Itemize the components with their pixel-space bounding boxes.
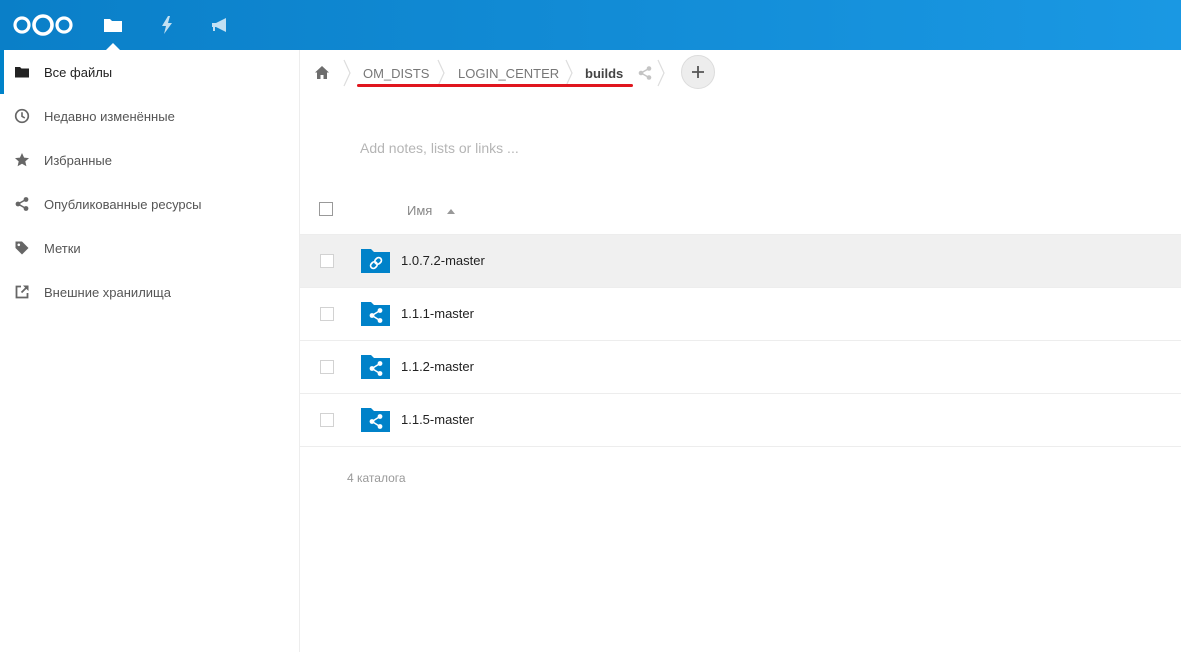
chevron-right-icon (437, 59, 445, 87)
sidebar-item-tags[interactable]: Метки (0, 226, 299, 270)
sidebar-item-label: Внешние хранилища (44, 284, 171, 300)
sidebar-item-external-storage[interactable]: Внешние хранилища (0, 270, 299, 314)
home-icon[interactable] (314, 65, 330, 80)
select-all-checkbox[interactable] (319, 202, 333, 216)
sidebar-item-label: Все файлы (44, 64, 113, 80)
sidebar-item-shares[interactable]: Опубликованные ресурсы (0, 182, 299, 226)
new-button[interactable] (681, 55, 715, 89)
breadcrumb: OM_DISTS LOGIN_CENTER builds (300, 50, 1181, 96)
activity-app-button[interactable] (147, 0, 187, 50)
tag-icon (15, 241, 29, 255)
annotation-underline (357, 84, 633, 87)
announcements-app-button[interactable] (201, 0, 241, 50)
notes-placeholder[interactable]: Add notes, lists or links ... (360, 140, 519, 156)
column-name-header[interactable]: Имя (407, 203, 432, 218)
top-header (0, 0, 1181, 50)
table-row[interactable]: 1.0.7.2-master (300, 234, 1181, 287)
file-count-summary: 4 каталога (347, 471, 406, 485)
shared-folder-icon[interactable] (361, 354, 390, 379)
file-list-header: Имя (300, 188, 1181, 234)
active-app-indicator (106, 43, 120, 50)
chevron-right-icon (657, 59, 665, 87)
row-checkbox[interactable] (320, 307, 334, 321)
clock-icon (14, 108, 30, 124)
table-row[interactable]: 1.1.1-master (300, 287, 1181, 340)
sidebar-item-recent[interactable]: Недавно изменённые (0, 94, 299, 138)
link-folder-icon[interactable] (361, 248, 390, 273)
plus-icon (692, 66, 704, 78)
share-icon[interactable] (637, 65, 653, 81)
row-checkbox[interactable] (320, 360, 334, 374)
breadcrumb-item-login-center[interactable]: LOGIN_CENTER (458, 50, 559, 96)
share-icon (15, 197, 29, 211)
folder-icon (15, 67, 29, 78)
sidebar-item-label: Метки (44, 240, 81, 256)
shared-folder-icon[interactable] (361, 301, 390, 326)
sidebar-item-all-files[interactable]: Все файлы (0, 50, 299, 94)
file-name[interactable]: 1.1.1-master (401, 306, 474, 321)
row-checkbox[interactable] (320, 254, 334, 268)
nextcloud-logo[interactable] (12, 13, 74, 37)
lightning-icon (162, 16, 172, 34)
star-icon (15, 153, 29, 167)
sort-ascending-icon[interactable] (447, 209, 455, 214)
chevron-right-icon (565, 59, 573, 87)
shared-folder-icon[interactable] (361, 407, 390, 432)
list-divider (300, 446, 1181, 447)
file-name[interactable]: 1.1.2-master (401, 359, 474, 374)
file-name[interactable]: 1.1.5-master (401, 412, 474, 427)
sidebar-item-favorites[interactable]: Избранные (0, 138, 299, 182)
sidebar-item-label: Избранные (44, 152, 112, 168)
sidebar: Все файлы Недавно изменённые Избранные О… (0, 50, 300, 652)
sidebar-item-label: Опубликованные ресурсы (44, 196, 202, 212)
table-row[interactable]: 1.1.2-master (300, 340, 1181, 393)
sidebar-item-label: Недавно изменённые (44, 108, 175, 124)
breadcrumb-item-om-dists[interactable]: OM_DISTS (363, 50, 429, 96)
row-checkbox[interactable] (320, 413, 334, 427)
external-link-icon (15, 285, 29, 299)
breadcrumb-item-builds[interactable]: builds (585, 50, 623, 96)
megaphone-icon (212, 18, 226, 32)
file-name[interactable]: 1.0.7.2-master (401, 253, 485, 268)
table-row[interactable]: 1.1.5-master (300, 393, 1181, 446)
folder-icon (104, 19, 122, 32)
chevron-right-icon (343, 59, 351, 87)
